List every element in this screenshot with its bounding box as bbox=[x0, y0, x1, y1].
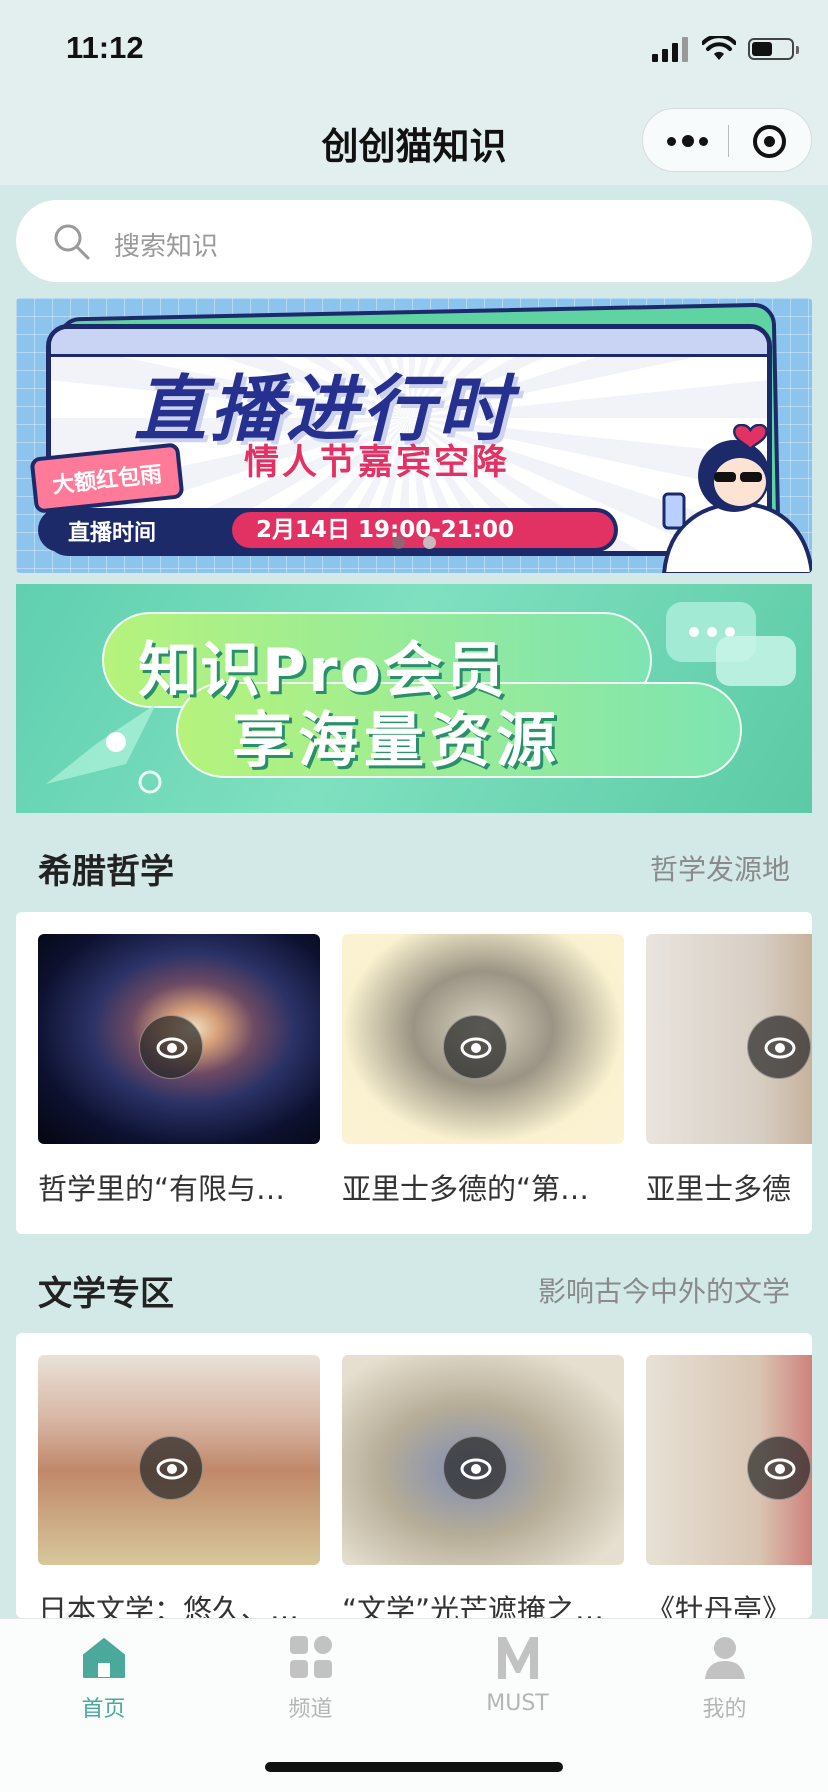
pro-membership-banner[interactable]: 知识Pro会员 享海量资源 bbox=[16, 584, 812, 813]
section-header-philosophy: 希腊哲学 哲学发源地 bbox=[16, 838, 812, 898]
banner-subtitle: 情人节嘉宾空降 bbox=[244, 443, 511, 483]
eye-icon bbox=[443, 1436, 507, 1500]
carousel-dot-active[interactable] bbox=[423, 536, 436, 549]
content-thumbnail bbox=[342, 1355, 624, 1565]
content-title: 哲学里的“有限与… bbox=[38, 1172, 286, 1206]
miniapp-capsule bbox=[642, 108, 812, 172]
content-card[interactable]: 亚里士多德 bbox=[646, 934, 812, 1208]
close-miniapp-icon[interactable] bbox=[753, 125, 786, 158]
carousel-indicator bbox=[16, 534, 812, 549]
chat-bubble-icon bbox=[666, 602, 796, 686]
content-card[interactable]: 《牡丹亭》 bbox=[646, 1355, 812, 1618]
content-title: 日本文学：悠久、… bbox=[38, 1593, 300, 1618]
content-title: 亚里士多德的“第… bbox=[342, 1172, 590, 1206]
content-thumbnail bbox=[646, 1355, 812, 1565]
user-icon bbox=[705, 1637, 745, 1679]
top-bar: 11:12 创创猫知识 bbox=[0, 0, 828, 185]
home-indicator bbox=[265, 1762, 563, 1772]
eye-icon bbox=[747, 1436, 811, 1500]
capsule-divider bbox=[728, 125, 729, 157]
content-thumbnail bbox=[38, 934, 320, 1144]
tab-label: MUST bbox=[486, 1691, 549, 1716]
content-title: 《牡丹亭》 bbox=[646, 1593, 792, 1618]
section-subtitle[interactable]: 影响古今中外的文学 bbox=[538, 1270, 790, 1310]
promo-line-2: 享海量资源 bbox=[232, 706, 562, 776]
battery-icon bbox=[748, 38, 799, 60]
content-thumbnail bbox=[342, 934, 624, 1144]
more-icon[interactable] bbox=[667, 109, 727, 173]
search-placeholder: 搜索知识 bbox=[114, 232, 219, 262]
eye-icon bbox=[443, 1015, 507, 1079]
content-thumbnail bbox=[646, 934, 812, 1144]
status-icons bbox=[652, 36, 799, 62]
tab-channels[interactable]: 频道 bbox=[207, 1633, 414, 1733]
content-card[interactable]: “文学”光芒遮掩之… bbox=[342, 1355, 624, 1618]
section-title: 文学专区 bbox=[38, 1274, 174, 1314]
eye-icon bbox=[747, 1015, 811, 1079]
content-title: 亚里士多德 bbox=[646, 1172, 792, 1206]
section-subtitle[interactable]: 哲学发源地 bbox=[650, 848, 790, 888]
search-bar[interactable]: 搜索知识 bbox=[16, 200, 812, 282]
status-time: 11:12 bbox=[66, 30, 144, 65]
live-banner[interactable]: 直播进行时 情人节嘉宾空降 大额红包雨 直播时间 2月14日 19:00-21:… bbox=[16, 298, 812, 573]
section-title: 希腊哲学 bbox=[38, 852, 174, 892]
wifi-icon bbox=[702, 36, 736, 60]
section-card-philosophy: 哲学里的“有限与… 亚里士多德的“第… 亚里士多德 bbox=[16, 912, 812, 1234]
grid-icon bbox=[290, 1636, 332, 1678]
eye-icon bbox=[139, 1436, 203, 1500]
section-card-literature: 日本文学：悠久、… “文学”光芒遮掩之… 《牡丹亭》 bbox=[16, 1333, 812, 1618]
tab-home[interactable]: 首页 bbox=[0, 1633, 207, 1733]
section-header-literature: 文学专区 影响古今中外的文学 bbox=[16, 1260, 812, 1320]
tab-label: 频道 bbox=[288, 1697, 333, 1722]
signal-icon bbox=[652, 36, 690, 62]
content-card[interactable]: 日本文学：悠久、… bbox=[38, 1355, 320, 1618]
search-icon bbox=[54, 224, 90, 260]
carousel-dot[interactable] bbox=[392, 536, 405, 549]
banner-host-illustration bbox=[662, 424, 812, 573]
m-icon bbox=[498, 1637, 538, 1679]
content-card[interactable]: 哲学里的“有限与… bbox=[38, 934, 320, 1208]
home-icon bbox=[83, 1638, 125, 1678]
tab-label: 首页 bbox=[81, 1697, 126, 1722]
content-card[interactable]: 亚里士多德的“第… bbox=[342, 934, 624, 1208]
tab-label: 我的 bbox=[702, 1697, 747, 1722]
content-thumbnail bbox=[38, 1355, 320, 1565]
rocket-icon bbox=[46, 704, 162, 794]
tab-profile[interactable]: 我的 bbox=[621, 1633, 828, 1733]
tab-must[interactable]: MUST bbox=[414, 1633, 621, 1733]
eye-icon bbox=[139, 1015, 203, 1079]
content-title: “文学”光芒遮掩之… bbox=[342, 1593, 605, 1618]
